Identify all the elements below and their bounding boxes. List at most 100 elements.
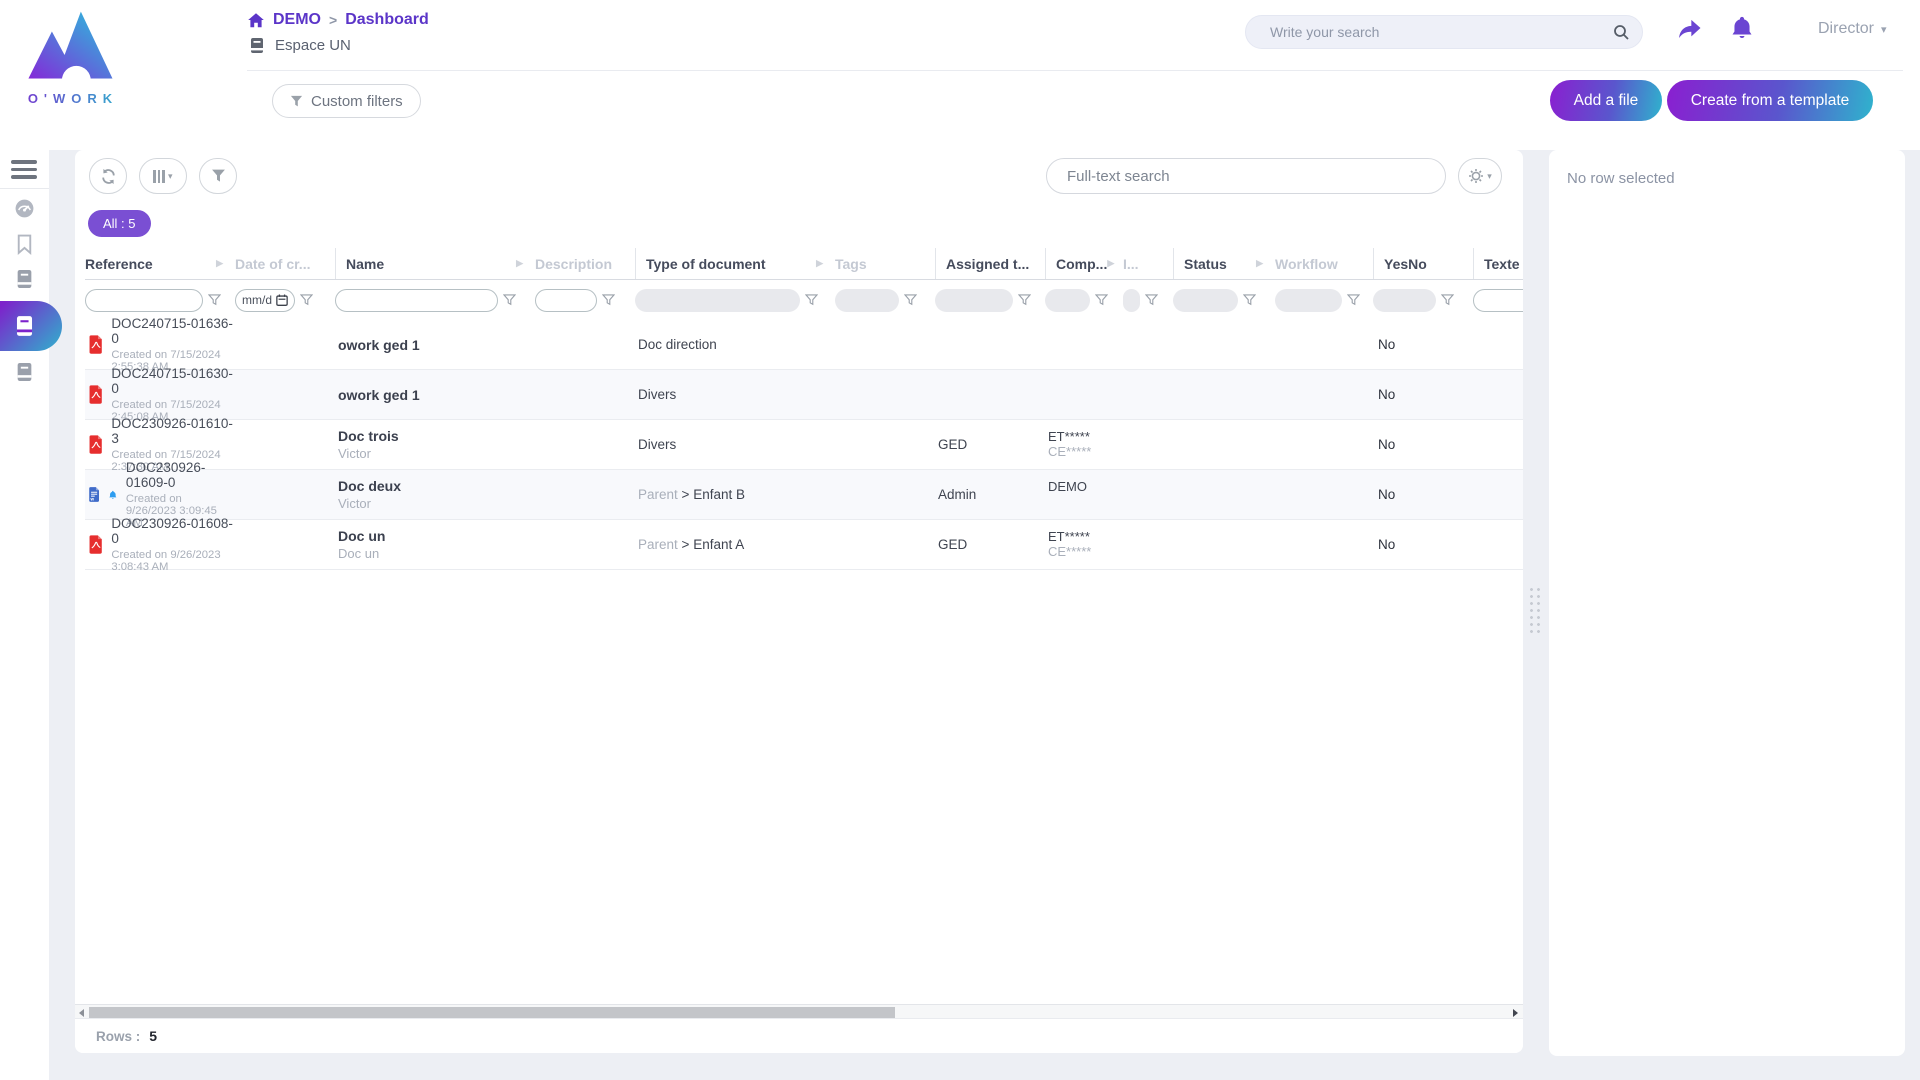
documents-table-card: ▾ ▾ All : 5 Reference ▶ <box>75 150 1523 1053</box>
funnel-outline-icon[interactable] <box>1441 294 1454 306</box>
col-header-workflow[interactable]: Workflow <box>1275 248 1373 279</box>
funnel-outline-icon[interactable] <box>1347 294 1360 306</box>
breadcrumb-current[interactable]: Dashboard <box>345 11 429 29</box>
scroll-left-arrow-icon[interactable] <box>79 1009 84 1017</box>
col-header-yesno[interactable]: YesNo <box>1373 248 1473 279</box>
home-icon[interactable] <box>247 12 265 28</box>
sort-arrow-icon[interactable]: ▶ <box>216 258 223 269</box>
filter-button[interactable] <box>199 158 237 194</box>
row-company: ET***** <box>1048 529 1123 544</box>
col-header-name[interactable]: Name ▶ <box>335 248 535 279</box>
space-row: Espace UN <box>249 37 351 54</box>
horizontal-scrollbar[interactable] <box>75 1004 1523 1019</box>
table-row[interactable]: DOC230926-01610-3 Created on 7/15/2024 2… <box>85 420 1523 470</box>
all-count-badge[interactable]: All : 5 <box>88 210 151 237</box>
row-company: ET***** <box>1048 429 1123 444</box>
funnel-outline-icon[interactable] <box>1145 294 1158 306</box>
sidebar-divider <box>0 188 49 189</box>
row-name-sub: Victor <box>338 496 535 511</box>
filter-company-disabled <box>1045 289 1090 312</box>
funnel-outline-icon[interactable] <box>1243 294 1256 306</box>
funnel-outline-icon[interactable] <box>503 294 516 306</box>
filter-date-input[interactable]: mm/d <box>235 289 295 312</box>
scrollbar-thumb[interactable] <box>89 1007 895 1018</box>
col-header-reference[interactable]: Reference ▶ <box>85 248 235 279</box>
funnel-outline-icon[interactable] <box>300 294 313 306</box>
table-row[interactable]: DOC230926-01608-0 Created on 9/26/2023 3… <box>85 520 1523 570</box>
row-name: owork ged 1 <box>338 387 535 403</box>
global-search <box>1245 15 1643 49</box>
col-header-status[interactable]: Status ▶ <box>1173 248 1275 279</box>
funnel-outline-icon[interactable] <box>805 294 818 306</box>
col-header-description[interactable]: Description <box>535 248 635 279</box>
calendar-icon[interactable] <box>276 294 288 306</box>
global-search-input[interactable] <box>1246 24 1613 40</box>
row-type: Divers <box>638 437 676 452</box>
custom-filters-button[interactable]: Custom filters <box>272 84 421 118</box>
col-header-texte[interactable]: Texte <box>1473 248 1523 279</box>
funnel-outline-icon[interactable] <box>208 294 221 306</box>
row-assigned: GED <box>935 437 1045 452</box>
panel-resize-handle[interactable] <box>1528 586 1543 636</box>
row-reference: DOC230926-01609-0 <box>126 460 235 490</box>
user-role-menu[interactable]: Director ▾ <box>1818 20 1887 38</box>
sidebar-item-documents-active[interactable] <box>0 301 62 351</box>
sidebar-item-library[interactable] <box>0 269 49 289</box>
speedometer-icon <box>14 198 35 219</box>
col-header-type[interactable]: Type of document ▶ <box>635 248 835 279</box>
space-label: Espace UN <box>275 37 351 54</box>
book-icon <box>16 269 33 289</box>
settings-button[interactable]: ▾ <box>1458 158 1502 194</box>
sort-arrow-icon[interactable]: ▶ <box>516 258 523 269</box>
sidebar-item-bookmarks[interactable] <box>0 234 49 255</box>
filter-description-input[interactable] <box>535 289 597 312</box>
sort-arrow-icon[interactable]: ▶ <box>816 258 823 269</box>
funnel-icon <box>290 95 303 108</box>
table-footer: Rows : 5 <box>75 1019 1523 1053</box>
row-name: Doc trois <box>338 428 535 444</box>
col-header-tags[interactable]: Tags <box>835 248 935 279</box>
row-name: Doc deux <box>338 478 535 494</box>
notifications-bell-icon[interactable] <box>1729 15 1755 46</box>
menu-toggle-icon[interactable] <box>11 160 37 179</box>
table-row[interactable]: DOC240715-01636-0 Created on 7/15/2024 2… <box>85 320 1523 370</box>
funnel-outline-icon[interactable] <box>1018 294 1031 306</box>
fulltext-search-input[interactable] <box>1046 158 1446 194</box>
sidebar-item-archive[interactable] <box>0 362 49 382</box>
rows-count: 5 <box>149 1028 157 1044</box>
row-name-sub: Victor <box>338 446 535 461</box>
funnel-outline-icon[interactable] <box>602 294 615 306</box>
scroll-right-arrow-icon[interactable] <box>1513 1009 1518 1017</box>
table-row[interactable]: w DOC230926-01609-0 Created on 9/26/2023… <box>85 470 1523 520</box>
bookmark-icon <box>16 234 33 255</box>
row-name: Doc un <box>338 528 535 544</box>
app-logo[interactable]: O'WORK <box>14 8 126 106</box>
filter-name-input[interactable] <box>335 289 498 312</box>
col-header-i[interactable]: I... <box>1123 248 1173 279</box>
col-header-assigned[interactable]: Assigned t... <box>935 248 1045 279</box>
funnel-outline-icon[interactable] <box>904 294 917 306</box>
no-row-selected-text: No row selected <box>1567 170 1887 187</box>
table-row[interactable]: DOC240715-01630-0 Created on 7/15/2024 2… <box>85 370 1523 420</box>
sort-arrow-icon[interactable]: ▶ <box>1256 258 1263 269</box>
row-yesno: No <box>1373 487 1473 502</box>
sidebar-item-dashboard[interactable] <box>0 198 49 219</box>
table-header-row: Reference ▶ Date of cr... Name ▶ Descrip… <box>85 248 1523 280</box>
filter-texte-input[interactable] <box>1473 289 1523 312</box>
filter-reference-input[interactable] <box>85 289 203 312</box>
row-type: Enfant B <box>693 487 745 502</box>
documents-table: Reference ▶ Date of cr... Name ▶ Descrip… <box>75 248 1523 570</box>
breadcrumb-home[interactable]: DEMO <box>273 11 321 29</box>
create-from-template-button[interactable]: Create from a template <box>1667 80 1873 121</box>
columns-button[interactable]: ▾ <box>139 158 187 194</box>
col-header-date[interactable]: Date of cr... <box>235 248 335 279</box>
share-icon[interactable] <box>1676 18 1703 45</box>
row-reference: DOC240715-01636-0 <box>111 316 235 346</box>
search-icon[interactable] <box>1613 24 1630 41</box>
col-header-company[interactable]: Comp... ▶ <box>1045 248 1123 279</box>
sort-arrow-icon[interactable]: ▶ <box>1107 258 1114 269</box>
add-file-button[interactable]: Add a file <box>1550 80 1662 121</box>
funnel-outline-icon[interactable] <box>1095 294 1108 306</box>
filter-status-disabled <box>1173 289 1238 312</box>
refresh-button[interactable] <box>89 158 127 194</box>
